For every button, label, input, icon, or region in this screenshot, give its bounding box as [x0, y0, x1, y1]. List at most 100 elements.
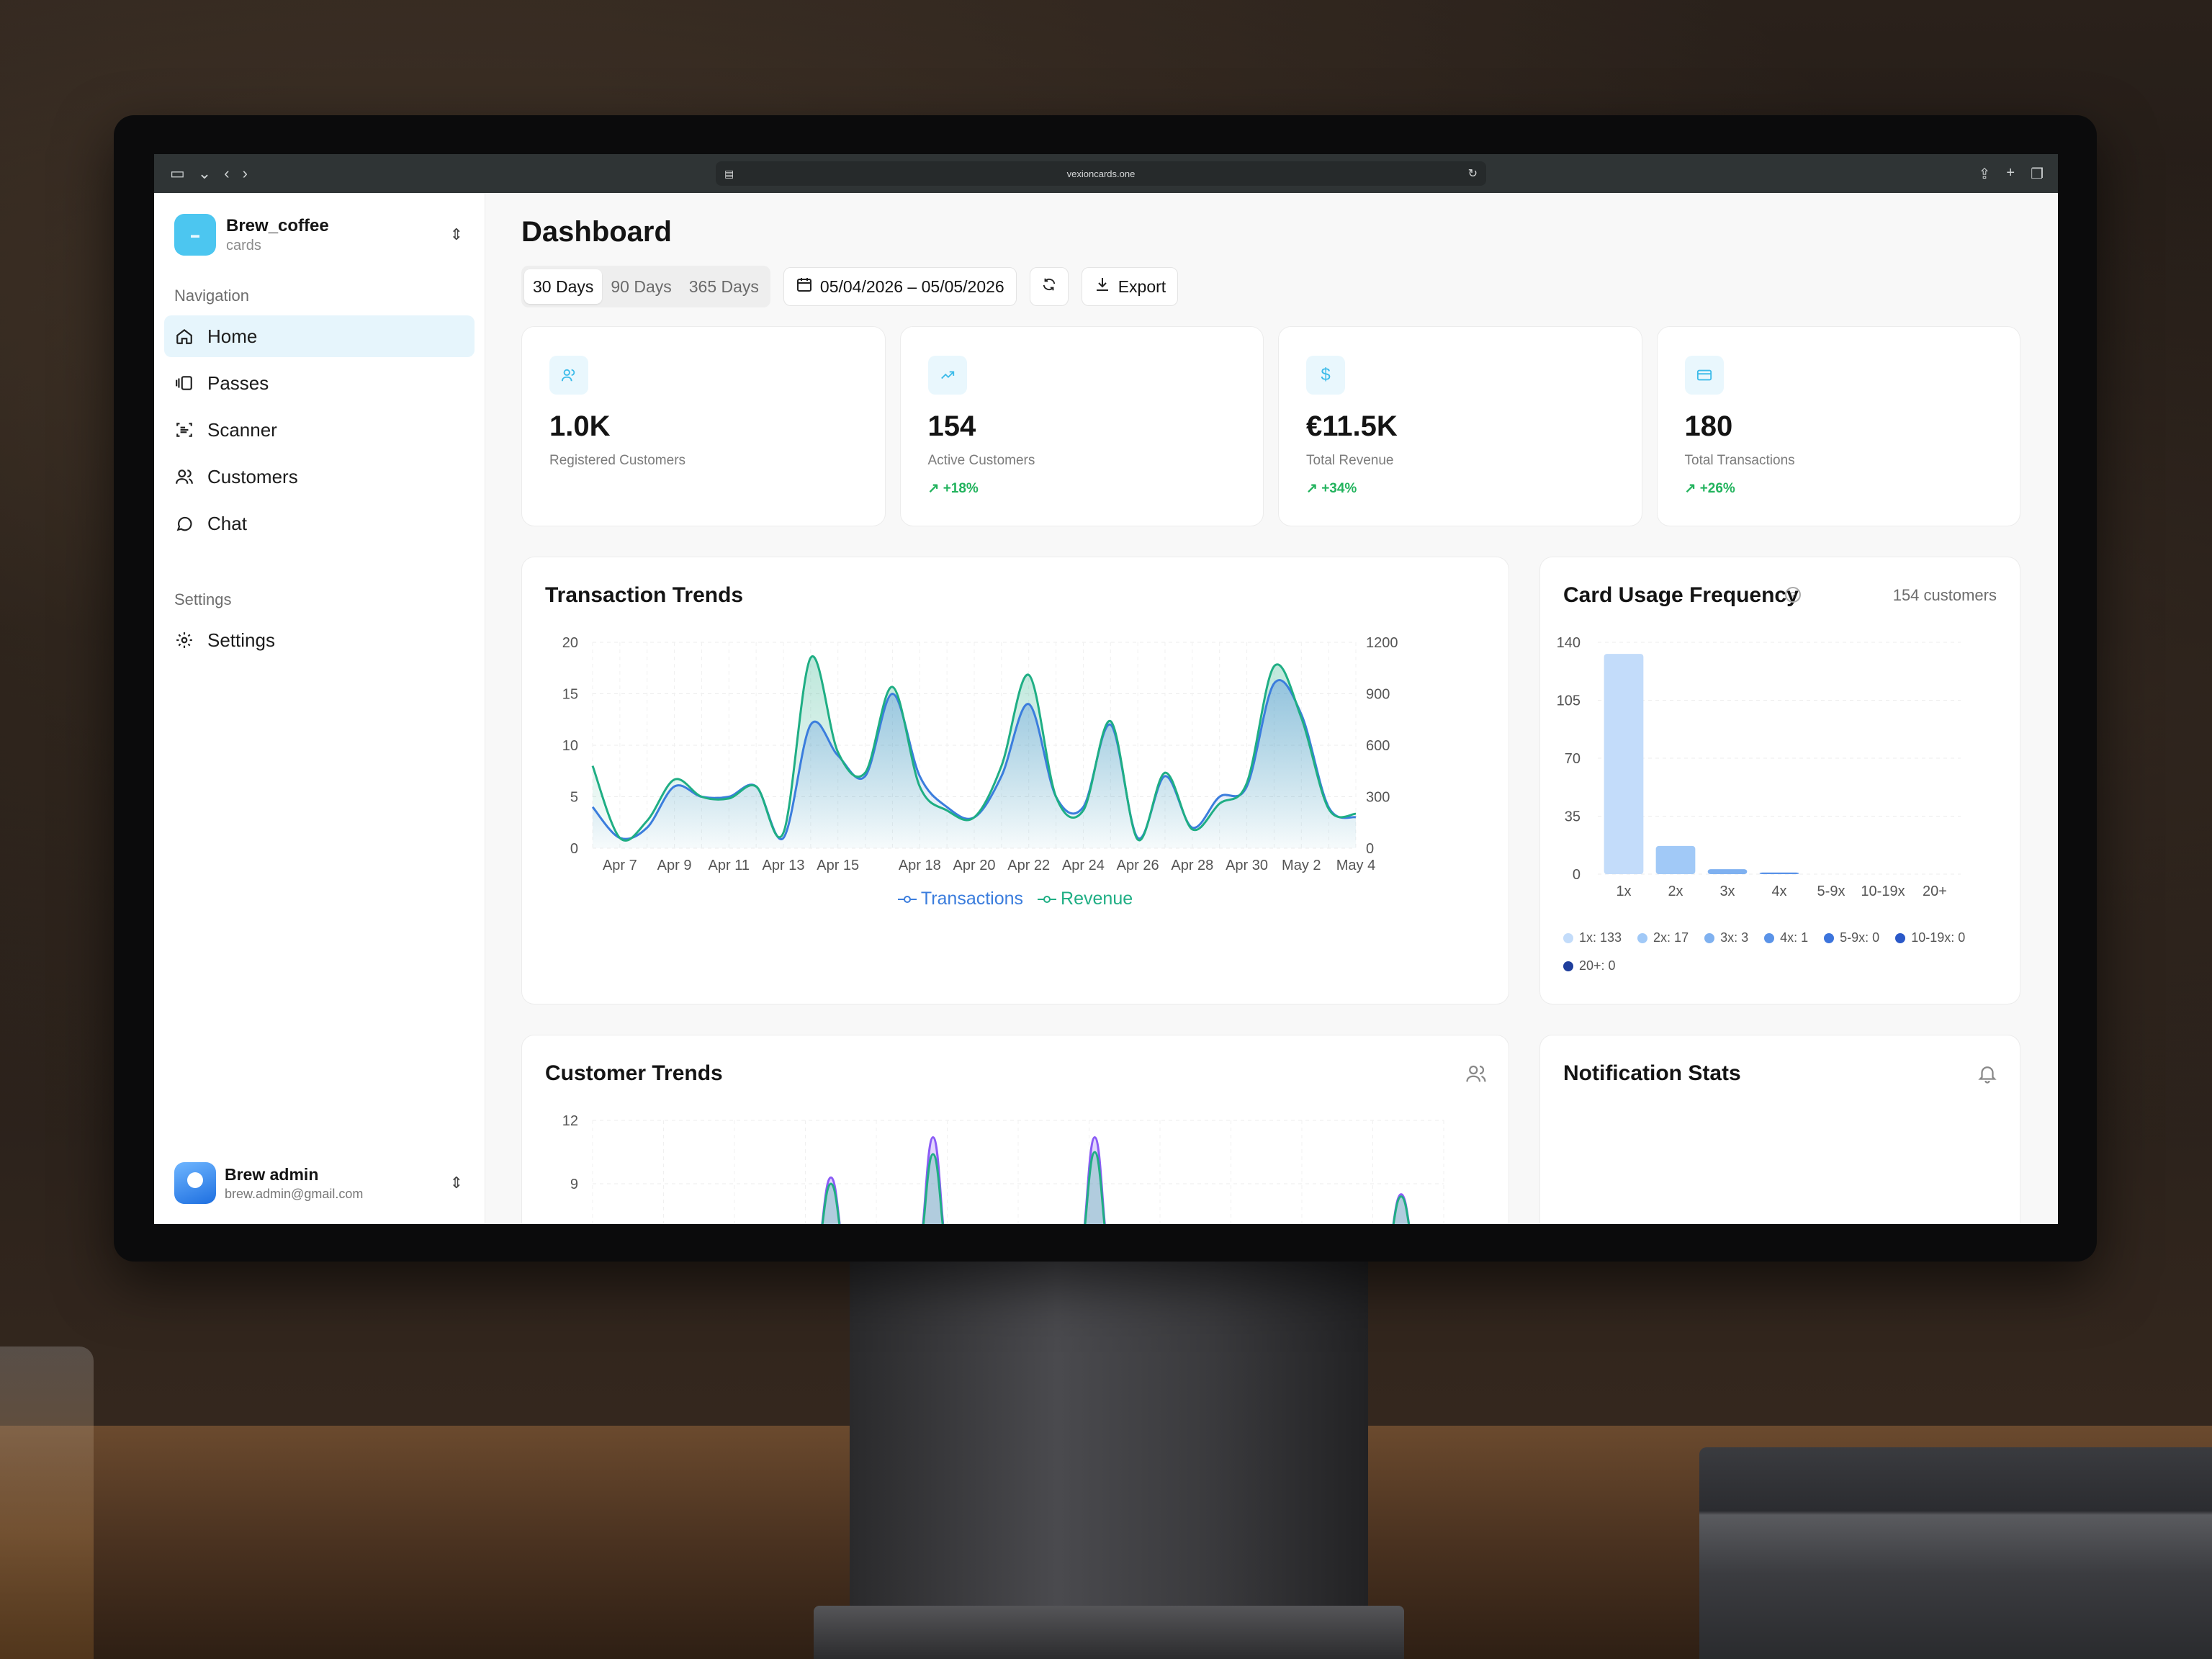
legend-dot [1563, 961, 1573, 971]
card-usage-chart[interactable]: 0 35 70 105 140 1x 2x 3x 4x 5-9x 10-19x 20+ [1540, 557, 2021, 917]
stat-value: 154 [927, 410, 976, 442]
x-tick: 1x [1616, 884, 1631, 899]
legend-line-icon [897, 895, 917, 903]
back-icon[interactable]: ‹ [224, 164, 229, 183]
legend-item[interactable]: 10-19x: 0 [1895, 930, 1965, 945]
stat-value: 180 [1684, 410, 1733, 442]
customer-trend-peak [1084, 1151, 1106, 1224]
legend-revenue[interactable]: Revenue [1038, 889, 1133, 909]
date-range-button[interactable]: 05/04/2026 – 05/05/2026 [783, 267, 1017, 306]
sidebar-item-scanner[interactable]: Scanner [164, 409, 475, 451]
y-tick: 0 [1573, 867, 1581, 883]
x-tick: 2x [1668, 884, 1683, 899]
background-scene: ▭ ⌄ ‹ › ▤ vexioncards.one ↻ ⇪ + ❐ ▬ Brew… [0, 0, 2212, 1659]
tabs-overview-icon[interactable]: ❐ [2031, 165, 2044, 183]
browser-toolbar: ▭ ⌄ ‹ › ▤ vexioncards.one ↻ ⇪ + ❐ [154, 154, 2058, 193]
org-logo: ▬ [174, 214, 216, 256]
legend-item[interactable]: 3x: 3 [1704, 930, 1748, 945]
y-tick-left: 10 [562, 738, 578, 754]
charts-row-2: Customer Trends 9 12 Notification Stats [521, 1035, 2020, 1224]
sidebar-item-label: Scanner [207, 418, 277, 441]
y-tick-right: 600 [1366, 738, 1390, 754]
sidebar-item-passes[interactable]: Passes [164, 362, 475, 404]
screen: ▭ ⌄ ‹ › ▤ vexioncards.one ↻ ⇪ + ❐ ▬ Brew… [154, 154, 2058, 1224]
y-tick-left: 5 [570, 790, 578, 806]
range-365-days[interactable]: 365 Days [680, 269, 768, 304]
sidebar-item-settings[interactable]: Settings [164, 619, 475, 661]
stat-card-transactions[interactable]: 180 Total Transactions ↗ +26% [1656, 326, 2020, 526]
card-title: Notification Stats [1563, 1061, 1741, 1085]
transaction-trends-chart[interactable]: 0 5 10 15 20 0 300 600 900 1200 Apr 7 Apr 9 Apr 11 Ap… [522, 557, 1510, 889]
export-button[interactable]: Export [1081, 267, 1179, 306]
x-tick: May 2 [1282, 858, 1321, 873]
legend-label: 3x: 3 [1720, 930, 1749, 945]
x-tick: Apr 7 [603, 858, 637, 873]
legend-transactions[interactable]: Transactions [897, 889, 1023, 909]
stat-label: Active Customers [927, 453, 1035, 468]
chat-icon [174, 513, 194, 534]
passes-icon [174, 373, 194, 393]
stat-label: Total Revenue [1306, 453, 1394, 468]
stat-value: 1.0K [549, 410, 611, 442]
user-email: brew.admin@gmail.com [225, 1186, 364, 1201]
x-tick: 20+ [1923, 884, 1947, 899]
bar-4x [1759, 872, 1799, 874]
chevron-updown-icon[interactable]: ⇕ [450, 1174, 463, 1192]
legend-item[interactable]: 1x: 133 [1563, 930, 1622, 945]
y-tick: 70 [1565, 751, 1581, 767]
nav-section-label: Navigation [174, 287, 249, 305]
stat-trend: ↗ +34% [1306, 481, 1357, 496]
address-bar[interactable]: ▤ vexioncards.one ↻ [716, 161, 1486, 186]
x-tick: Apr 22 [1007, 858, 1050, 873]
x-tick: 10-19x [1861, 884, 1905, 899]
dollar-icon: $ [1306, 356, 1345, 395]
chevron-updown-icon[interactable]: ⇕ [450, 225, 463, 244]
x-tick: 3x [1719, 884, 1735, 899]
stat-card-active[interactable]: 154 Active Customers ↗ +18% [899, 326, 1264, 526]
y-tick: 12 [562, 1113, 578, 1129]
y-tick: 105 [1557, 693, 1581, 709]
gear-icon [174, 630, 194, 650]
legend-item[interactable]: 4x: 1 [1764, 930, 1808, 945]
sidebar-item-customers[interactable]: Customers [164, 456, 475, 498]
bell-icon[interactable] [1977, 1063, 1998, 1089]
card-usage-card: Card Usage Frequency ? 154 customers 0 35… [1539, 557, 2020, 1004]
book-stack [1699, 1447, 2212, 1659]
new-tab-icon[interactable]: + [2006, 165, 2015, 183]
sidebar-item-home[interactable]: Home [164, 315, 475, 357]
legend-label: 20+: 0 [1579, 958, 1616, 973]
legend-label: 4x: 1 [1780, 930, 1809, 945]
range-30-days[interactable]: 30 Days [524, 269, 603, 304]
home-icon [174, 326, 194, 346]
customer-trends-chart[interactable]: 9 12 [522, 1035, 1510, 1224]
y-tick: 35 [1565, 809, 1581, 825]
refresh-button[interactable] [1029, 267, 1069, 306]
stat-trend: ↗ +26% [1684, 481, 1735, 496]
legend-item[interactable]: 2x: 17 [1637, 930, 1689, 945]
x-tick: May 4 [1336, 858, 1375, 873]
legend-dot [1563, 932, 1573, 943]
org-switcher[interactable]: ▬ Brew_coffee cards ⇕ [164, 212, 475, 258]
reload-icon[interactable]: ↻ [1468, 166, 1478, 181]
range-90-days[interactable]: 90 Days [602, 269, 680, 304]
x-tick: Apr 20 [953, 858, 996, 873]
stat-card-registered[interactable]: 1.0K Registered Customers [521, 326, 886, 526]
user-name: Brew admin [225, 1164, 319, 1184]
y-tick-left: 0 [570, 841, 578, 857]
sidebar: ▬ Brew_coffee cards ⇕ Navigation Home Pa… [154, 193, 485, 1224]
sidebar-toggle-icon[interactable]: ▭ [170, 164, 185, 183]
trend-up-icon [927, 356, 967, 395]
stat-trend: ↗ +18% [927, 481, 979, 496]
users-icon [174, 467, 194, 487]
forward-icon[interactable]: › [243, 164, 248, 183]
chevron-down-icon[interactable]: ⌄ [198, 164, 211, 183]
stat-card-revenue[interactable]: $ €11.5K Total Revenue ↗ +34% [1278, 326, 1642, 526]
sidebar-item-label: Home [207, 325, 258, 347]
charts-row-1: Transaction Trends 0 5 10 15 20 0 300 600 900 120… [521, 557, 2020, 1004]
sidebar-item-chat[interactable]: Chat [164, 503, 475, 544]
share-icon[interactable]: ⇪ [1979, 165, 1991, 183]
calendar-icon [796, 276, 813, 297]
legend-item[interactable]: 20+: 0 [1563, 958, 1616, 974]
user-menu[interactable]: Brew admin brew.admin@gmail.com ⇕ [164, 1158, 475, 1208]
legend-item[interactable]: 5-9x: 0 [1824, 930, 1879, 945]
